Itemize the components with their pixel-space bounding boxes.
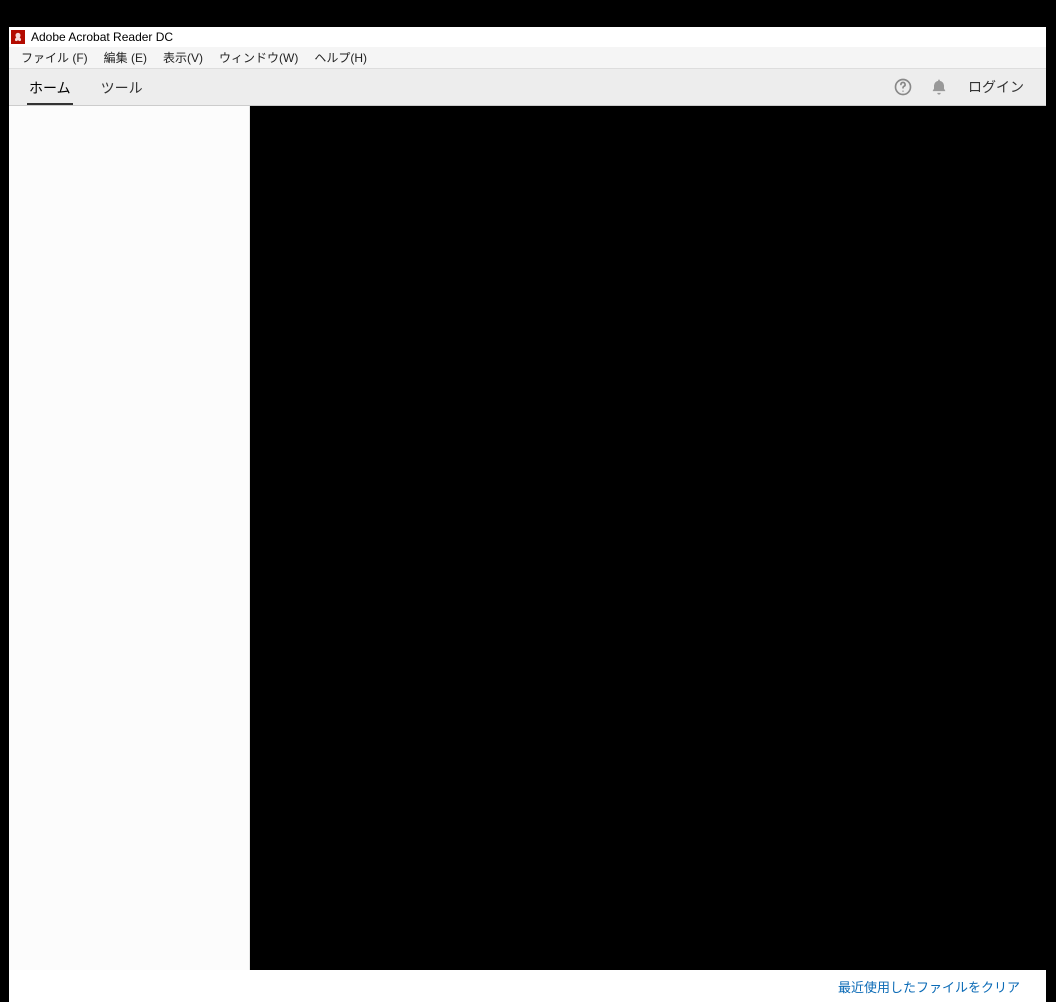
toolbar: ホーム ツール ログイン <box>9 69 1046 106</box>
app-window: Adobe Acrobat Reader DC ファイル (F) 編集 (E) … <box>9 27 1046 1002</box>
footer: 最近使用したファイルをクリア <box>9 970 1046 1002</box>
menu-window[interactable]: ウィンドウ(W) <box>211 47 306 68</box>
sidebar <box>9 106 250 970</box>
menu-help[interactable]: ヘルプ(H) <box>306 47 375 68</box>
titlebar: Adobe Acrobat Reader DC <box>9 27 1046 47</box>
acrobat-icon <box>11 30 25 44</box>
clear-recent-link[interactable]: 最近使用したファイルをクリア <box>838 977 1020 996</box>
help-icon[interactable] <box>888 72 918 102</box>
menu-edit[interactable]: 編集 (E) <box>96 47 155 68</box>
login-button[interactable]: ログイン <box>960 77 1036 97</box>
menu-view[interactable]: 表示(V) <box>155 47 211 68</box>
tab-home[interactable]: ホーム <box>19 72 81 103</box>
app-title: Adobe Acrobat Reader DC <box>31 30 173 44</box>
menu-file[interactable]: ファイル (F) <box>13 47 96 68</box>
content-area <box>9 106 1046 970</box>
main-viewer <box>250 106 1046 970</box>
menubar: ファイル (F) 編集 (E) 表示(V) ウィンドウ(W) ヘルプ(H) <box>9 47 1046 69</box>
bell-icon[interactable] <box>924 72 954 102</box>
tab-tools[interactable]: ツール <box>91 72 153 103</box>
